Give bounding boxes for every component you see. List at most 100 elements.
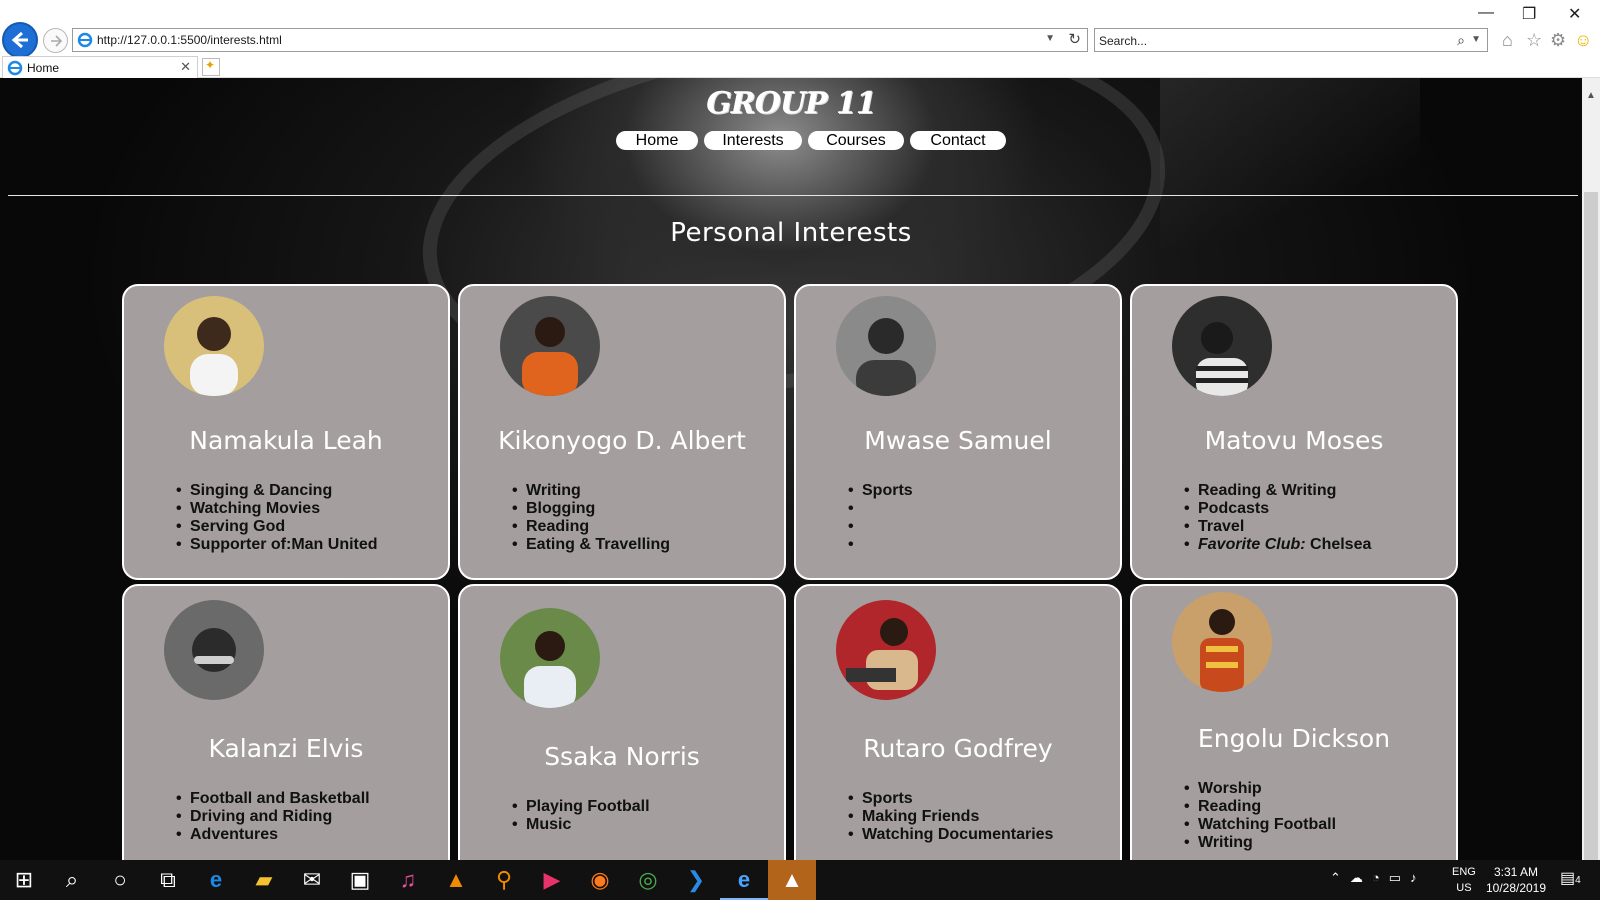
- restore-icon[interactable]: ❐: [1522, 4, 1536, 24]
- back-button[interactable]: [2, 22, 38, 58]
- address-dropdown-icon[interactable]: ▼: [1045, 33, 1055, 44]
- battery-icon[interactable]: ▭: [1389, 870, 1410, 885]
- tray-chevron-icon[interactable]: ⌃: [1330, 870, 1350, 885]
- minimize-icon[interactable]: —: [1478, 4, 1494, 22]
- interest-item: Playing Football: [512, 798, 784, 816]
- taskbar-vscode[interactable]: ❯: [672, 860, 720, 900]
- browser-search-box[interactable]: ⌕ ▼: [1094, 28, 1488, 52]
- interest-item: Watching Movies: [176, 500, 448, 518]
- wifi-icon[interactable]: ◔: [1372, 870, 1389, 885]
- interest-list: Singing & Dancing Watching Movies Servin…: [176, 482, 448, 554]
- volume-icon[interactable]: ♪: [1410, 870, 1426, 885]
- interest-item: Music: [512, 816, 784, 834]
- refresh-icon[interactable]: ↻: [1068, 30, 1081, 48]
- interest-list: Sports Making Friends Watching Documenta…: [848, 790, 1120, 844]
- taskbar-file-explorer[interactable]: ▰: [240, 860, 288, 900]
- site-brand[interactable]: GROUP 11: [0, 86, 1582, 121]
- browser-search-input[interactable]: [1099, 32, 1439, 49]
- interest-list: Worship Reading Watching Football Writin…: [1184, 780, 1456, 852]
- address-bar[interactable]: http://127.0.0.1:5500/interests.html ▼ ↻: [72, 28, 1088, 52]
- avatar: [836, 296, 936, 396]
- favorite-value: Chelsea: [1305, 536, 1372, 553]
- task-view-button[interactable]: ⧉: [144, 860, 192, 900]
- close-window-icon[interactable]: ✕: [1568, 4, 1581, 24]
- edge-icon: e: [209, 867, 223, 892]
- profile-card: Ssaka Norris Playing Football Music: [458, 584, 786, 860]
- interest-item: Travel: [1184, 518, 1456, 536]
- new-tab-icon: ✦: [205, 58, 216, 72]
- taskbar-firefox[interactable]: ◉: [576, 860, 624, 900]
- interest-item: [848, 518, 1120, 536]
- main-nav: Home Interests Courses Contact: [616, 131, 1006, 150]
- interest-list: Sports: [848, 482, 1120, 554]
- favorites-star-icon[interactable]: ☆: [1526, 29, 1542, 51]
- new-tab-button[interactable]: ✦: [202, 58, 220, 76]
- taskbar-edge[interactable]: e: [192, 860, 240, 900]
- interest-item: Supporter of:Man United: [176, 536, 448, 554]
- interest-item: Reading: [1184, 798, 1456, 816]
- profile-card: Mwase Samuel Sports: [794, 284, 1122, 580]
- taskbar-store[interactable]: ▣: [336, 860, 384, 900]
- interest-list: Writing Blogging Reading Eating & Travel…: [512, 482, 784, 554]
- avatar: [1172, 592, 1272, 692]
- avatar: [164, 296, 264, 396]
- taskbar-vlc[interactable]: ▲: [432, 860, 480, 900]
- settings-gear-icon[interactable]: ⚙: [1550, 29, 1566, 51]
- taskbar-search-button[interactable]: ⌕: [48, 860, 96, 900]
- profile-card: Rutaro Godfrey Sports Making Friends Wat…: [794, 584, 1122, 860]
- card-name: Namakula Leah: [189, 426, 383, 455]
- interest-item: Writing: [512, 482, 784, 500]
- notification-icon: ▤: [1560, 870, 1576, 887]
- search-icon[interactable]: ⌕: [1457, 32, 1465, 49]
- tab-close-icon[interactable]: ✕: [180, 59, 191, 75]
- scrollbar-thumb[interactable]: [1584, 192, 1598, 860]
- tab-home[interactable]: Home ✕: [2, 56, 198, 78]
- clock[interactable]: 3:31 AM 10/28/2019: [1476, 864, 1556, 896]
- forward-button[interactable]: [43, 28, 68, 53]
- lang-code: ENG: [1452, 866, 1476, 878]
- avatar: [836, 600, 936, 700]
- search-dropdown-icon[interactable]: ▼: [1471, 34, 1481, 45]
- taskbar-photos[interactable]: ▲: [768, 860, 816, 900]
- feedback-smiley-icon[interactable]: ☺: [1574, 29, 1592, 51]
- clock-time: 3:31 AM: [1493, 865, 1539, 879]
- interest-item: Making Friends: [848, 808, 1120, 826]
- action-center-button[interactable]: ▤4: [1560, 868, 1581, 888]
- interest-item: [848, 536, 1120, 554]
- start-button[interactable]: ⊞: [0, 860, 48, 900]
- taskbar-internet-explorer[interactable]: e: [720, 860, 768, 900]
- nav-courses[interactable]: Courses: [808, 131, 904, 150]
- taskbar-chrome[interactable]: ◎: [624, 860, 672, 900]
- avatar: [1172, 296, 1272, 396]
- home-icon[interactable]: ⌂: [1502, 29, 1513, 51]
- browser-chrome: http://127.0.0.1:5500/interests.html ▼ ↻…: [0, 0, 1600, 78]
- nav-interests[interactable]: Interests: [704, 131, 802, 150]
- cortana-button[interactable]: ○: [96, 860, 144, 900]
- magnifier-icon: ⚲: [495, 867, 513, 892]
- address-url[interactable]: http://127.0.0.1:5500/interests.html: [97, 33, 282, 47]
- toolbar-icons: ⌂ ☆ ⚙ ☺: [1500, 29, 1596, 51]
- interest-item: Singing & Dancing: [176, 482, 448, 500]
- page-scrollbar[interactable]: ▲: [1582, 78, 1600, 860]
- system-tray-icons[interactable]: ⌃☁◔▭♪: [1330, 870, 1426, 886]
- input-language[interactable]: ENG US: [1452, 864, 1476, 896]
- forward-arrow-icon: [51, 35, 63, 47]
- interest-item: Football and Basketball: [176, 790, 448, 808]
- taskbar-search-app[interactable]: ⚲: [480, 860, 528, 900]
- ie-icon: e: [737, 867, 751, 892]
- onedrive-cloud-icon[interactable]: ☁: [1350, 870, 1372, 885]
- interest-item: Adventures: [176, 826, 448, 844]
- interest-item: Sports: [848, 482, 1120, 500]
- tab-ie-icon: [7, 60, 23, 76]
- nav-home[interactable]: Home: [616, 131, 698, 150]
- scroll-up-icon[interactable]: ▲: [1586, 90, 1596, 101]
- card-name: Engolu Dickson: [1197, 724, 1391, 753]
- taskbar-media-player[interactable]: ▶: [528, 860, 576, 900]
- search-icon: ⌕: [65, 867, 79, 892]
- card-name: Rutaro Godfrey: [863, 734, 1053, 763]
- nav-contact[interactable]: Contact: [910, 131, 1006, 150]
- interest-item: Favorite Club: Chelsea: [1184, 536, 1456, 554]
- taskbar-itunes[interactable]: ♫: [384, 860, 432, 900]
- taskbar-mail[interactable]: ✉: [288, 860, 336, 900]
- firefox-icon: ◉: [590, 867, 610, 892]
